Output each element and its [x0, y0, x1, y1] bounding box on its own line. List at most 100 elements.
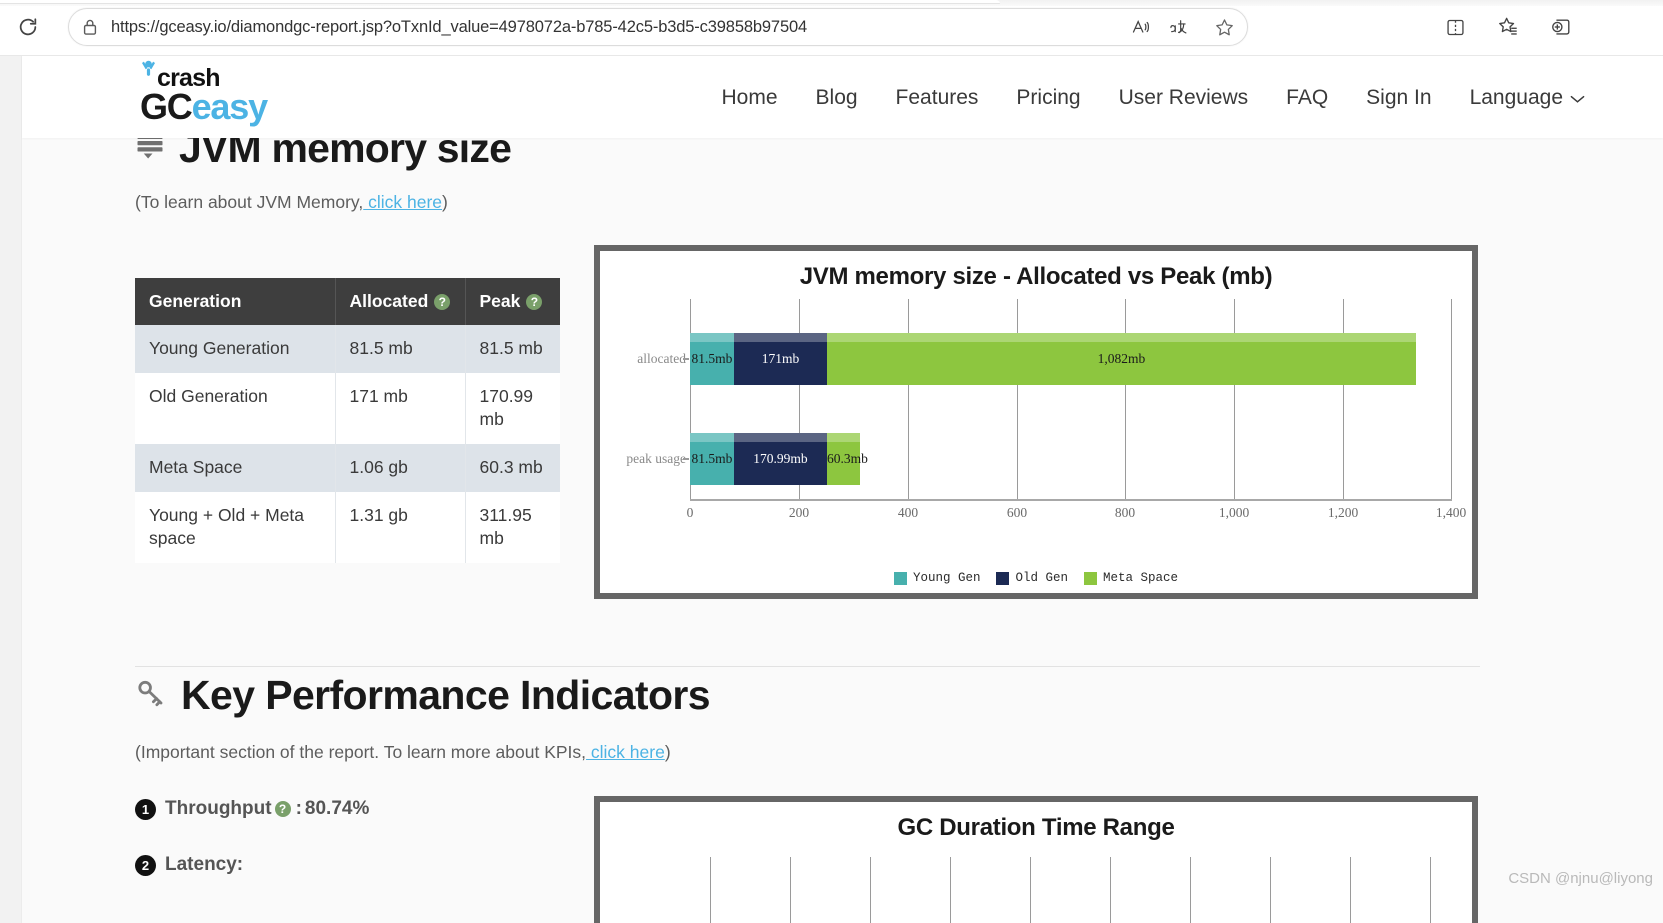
reload-button[interactable] — [9, 8, 47, 46]
kpi-heading-text: Key Performance Indicators — [181, 672, 711, 718]
gridline — [908, 299, 909, 499]
kpi-label-latency: Latency: — [165, 854, 244, 875]
column-header-peak-label: Peak — [479, 291, 521, 311]
browser-essentials-button[interactable] — [1543, 9, 1579, 45]
jvm-note-suffix: ) — [442, 192, 448, 212]
bar-segment-young-gen[interactable]: 81.5mb — [690, 333, 734, 385]
legend-label-old-gen: Old Gen — [1015, 571, 1068, 585]
bar-allocated: 81.5mb 171mb 1,082mb — [690, 333, 1416, 385]
bar-segment-old-gen[interactable]: 170.99mb — [734, 433, 827, 485]
column-header-generation: Generation — [135, 278, 336, 325]
category-tick — [683, 458, 689, 460]
table-row: Young Generation 81.5 mb 81.5 mb — [135, 325, 560, 373]
nav-item-blog[interactable]: Blog — [797, 80, 877, 116]
nav-item-user-reviews[interactable]: User Reviews — [1100, 80, 1268, 116]
nav-item-faq[interactable]: FAQ — [1267, 80, 1347, 116]
cell-peak: 170.99 mb — [465, 372, 560, 444]
bar-label-young-gen: 81.5mb — [691, 351, 733, 366]
x-tick-label: 0 — [686, 505, 694, 520]
watermark: CSDN @njnu@liyong — [1508, 870, 1653, 887]
lock-icon — [69, 18, 111, 36]
x-axis-line — [690, 499, 1452, 501]
cell-allocated: 171 mb — [335, 372, 466, 444]
nav-item-sign-in[interactable]: Sign In — [1347, 80, 1450, 116]
column-header-allocated: Allocated ? — [335, 278, 466, 325]
x-tick-label: 600 — [1006, 505, 1028, 520]
throughput-help-icon[interactable]: ? — [274, 801, 291, 817]
category-label-allocated: allocated — [637, 351, 686, 366]
kpi-separator: : — [295, 798, 302, 819]
x-tick-label: 1,200 — [1327, 505, 1359, 520]
site-logo[interactable]: crash GCeasy — [140, 60, 370, 135]
gridline — [1234, 299, 1235, 499]
read-aloud-icon[interactable] — [1121, 11, 1161, 43]
bar-peak-usage: 81.5mb 170.99mb 60.3mb — [690, 433, 868, 485]
kpi-note-prefix: (Important section of the report. To lea… — [135, 742, 587, 762]
gridline — [1270, 857, 1271, 923]
gridline — [790, 857, 791, 923]
legend-item-meta-space[interactable]: Meta Space — [1084, 571, 1178, 585]
gridline — [1125, 299, 1126, 499]
kpi-label-throughput: Throughput — [165, 798, 272, 819]
table-header-row: Generation Allocated ? Peak ? — [135, 278, 560, 325]
cell-generation: Meta Space — [135, 443, 336, 492]
category-tick — [683, 358, 689, 360]
peak-help-icon[interactable]: ? — [526, 293, 543, 310]
gridline — [710, 857, 711, 923]
gridline — [1190, 857, 1191, 923]
column-header-peak: Peak ? — [465, 278, 560, 325]
page-viewport: JVM memory size (To learn about JVM Memo… — [0, 56, 1663, 923]
chart-plot-area: 0 200 400 600 800 1,000 1,200 1,400 allo… — [626, 299, 1466, 539]
kpi-note-link[interactable]: click here — [586, 742, 665, 762]
gridline — [1451, 299, 1452, 499]
star-icon[interactable] — [1201, 11, 1247, 43]
bar-label-meta-space: 60.3mb — [827, 451, 868, 466]
bar-label-meta-space: 1,082mb — [1097, 351, 1146, 366]
gceasy-logo-gc: GC — [140, 86, 193, 127]
address-bar[interactable]: https://gceasy.io/diamondgc-report.jsp?o… — [68, 8, 1248, 46]
kpi-number-badge: 1 — [135, 798, 156, 820]
gceasy-logo-easy: easy — [191, 86, 269, 127]
nav-item-home[interactable]: Home — [702, 80, 796, 116]
cell-allocated: 1.31 gb — [335, 491, 466, 563]
bar-segment-young-gen[interactable]: 81.5mb — [690, 433, 734, 485]
nav-item-pricing[interactable]: Pricing — [997, 80, 1099, 116]
column-header-generation-label: Generation — [149, 291, 242, 311]
jvm-memory-note: (To learn about JVM Memory, click here) — [135, 192, 448, 213]
active-tab[interactable] — [0, 0, 1000, 4]
gridline — [1110, 857, 1111, 923]
legend-swatch-meta-space — [1084, 571, 1097, 585]
bar-segment-meta-space[interactable]: 60.3mb — [827, 433, 868, 485]
allocated-help-icon[interactable]: ? — [434, 293, 451, 310]
gridline — [1017, 299, 1018, 499]
translate-icon[interactable] — [1161, 11, 1201, 43]
bar-label-old-gen: 170.99mb — [753, 451, 808, 466]
nav-item-language[interactable]: Language — [1451, 80, 1591, 116]
url-text[interactable]: https://gceasy.io/diamondgc-report.jsp?o… — [111, 18, 1121, 37]
jvm-note-link[interactable]: click here — [363, 192, 442, 212]
kpi-value-throughput: 80.74% — [304, 798, 370, 819]
section-divider — [135, 666, 1480, 667]
split-screen-button[interactable] — [1437, 9, 1473, 45]
bar-label-young-gen: 81.5mb — [691, 451, 733, 466]
column-header-allocated-label: Allocated — [349, 291, 429, 311]
kpi-note: (Important section of the report. To lea… — [135, 742, 671, 763]
legend-label-young-gen: Young Gen — [912, 571, 981, 585]
bar-segment-meta-space[interactable]: 1,082mb — [827, 333, 1416, 385]
x-tick-label: 1,400 — [1435, 505, 1467, 520]
collections-button[interactable] — [1490, 9, 1526, 45]
cell-allocated: 81.5 mb — [335, 325, 466, 373]
cell-peak: 311.95 mb — [465, 491, 560, 563]
legend-swatch-old-gen — [996, 571, 1010, 585]
kpi-number-badge: 2 — [135, 854, 156, 876]
gceasy-logo[interactable]: GCeasy — [140, 86, 269, 127]
kpi-item-throughput: 1 Throughput ? : 80.74% — [135, 798, 369, 820]
tab-strip — [0, 0, 1663, 6]
table-row: Old Generation 171 mb 170.99 mb — [135, 372, 560, 444]
legend-item-old-gen[interactable]: Old Gen — [996, 571, 1068, 585]
nav-item-features[interactable]: Features — [877, 80, 998, 116]
chart-plot-area — [690, 857, 1452, 923]
table-row: Young + Old + Meta space 1.31 gb 311.95 … — [135, 491, 560, 563]
bar-segment-old-gen[interactable]: 171mb — [734, 333, 827, 385]
legend-item-young-gen[interactable]: Young Gen — [893, 571, 981, 585]
